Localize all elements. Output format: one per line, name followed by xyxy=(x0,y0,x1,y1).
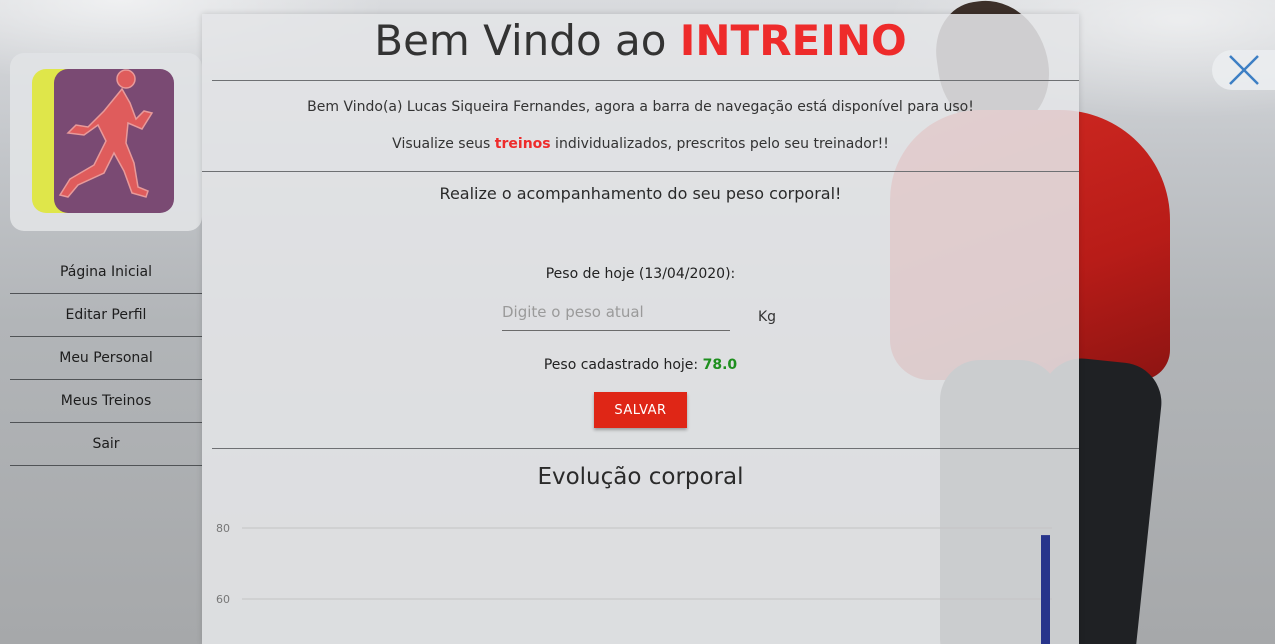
visualize-after: individualizados, prescritos pelo seu tr… xyxy=(550,136,889,152)
peso-label: Peso de hoje (13/04/2020): xyxy=(545,266,736,282)
visualize-before: Visualize seus xyxy=(392,136,495,152)
close-icon xyxy=(1228,55,1259,85)
save-button[interactable]: SALVAR xyxy=(594,392,687,428)
sidebar: Página Inicial Editar Perfil Meu Persona… xyxy=(10,53,202,466)
sidebar-item-label: Sair xyxy=(92,436,120,452)
sidebar-item-meus-treinos[interactable]: Meus Treinos xyxy=(10,380,202,423)
welcome-text: Bem Vindo(a) Lucas Siqueira Fernandes, a… xyxy=(307,99,974,115)
divider xyxy=(202,171,1079,172)
chart-bar xyxy=(1041,535,1050,644)
logo-card xyxy=(10,53,202,231)
main-panel: Bem Vindo ao INTREINO Bem Vindo(a) Lucas… xyxy=(202,14,1079,644)
sidebar-item-meu-personal[interactable]: Meu Personal xyxy=(10,337,202,380)
sidebar-item-label: Meu Personal xyxy=(59,350,153,366)
chart-title: Evolução corporal xyxy=(537,464,744,490)
divider xyxy=(212,448,1079,449)
sidebar-item-pagina-inicial[interactable]: Página Inicial xyxy=(10,251,202,294)
peso-cadastrado-label: Peso cadastrado hoje: xyxy=(543,357,703,373)
visualize-text: Visualize seus treinos individualizados,… xyxy=(202,136,1079,152)
peso-input[interactable] xyxy=(502,294,730,331)
weight-chart: 80 60 xyxy=(216,522,1052,644)
page-title: Bem Vindo ao INTREINO xyxy=(202,14,1079,82)
sidebar-item-sair[interactable]: Sair xyxy=(10,423,202,466)
title-prefix: Bem Vindo ao xyxy=(374,16,680,65)
sidebar-nav: Página Inicial Editar Perfil Meu Persona… xyxy=(10,251,202,466)
peso-cadastrado-value: 78.0 xyxy=(702,357,738,373)
chart-y-tick-label: 80 xyxy=(216,522,230,535)
visualize-highlight: treinos xyxy=(494,136,551,152)
unit-label: Kg xyxy=(758,309,777,325)
peso-cadastrado: Peso cadastrado hoje: 78.0 xyxy=(202,357,1079,373)
sidebar-item-label: Meus Treinos xyxy=(60,393,152,409)
tracking-heading: Realize o acompanhamento do seu peso cor… xyxy=(439,184,842,203)
close-button[interactable] xyxy=(1212,50,1275,90)
runner-logo-icon xyxy=(32,69,174,213)
title-brand: INTREINO xyxy=(679,16,907,65)
sidebar-item-editar-perfil[interactable]: Editar Perfil xyxy=(10,294,202,337)
sidebar-item-label: Editar Perfil xyxy=(65,307,147,323)
divider xyxy=(212,80,1079,81)
sidebar-item-label: Página Inicial xyxy=(59,264,153,280)
chart-y-tick-label: 60 xyxy=(216,593,230,606)
